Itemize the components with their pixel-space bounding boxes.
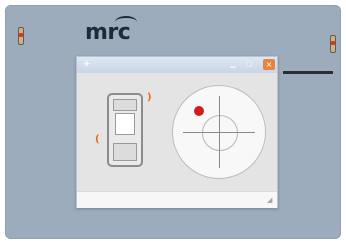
right-side-control-3[interactable] bbox=[311, 157, 323, 161]
window-titlebar[interactable]: ✈ ▁ ▢ × bbox=[77, 57, 277, 73]
brand-logo: mrc bbox=[85, 20, 131, 45]
right-battery-indicator bbox=[330, 31, 336, 57]
left-battery-indicator bbox=[18, 23, 24, 49]
position-marker[interactable] bbox=[194, 106, 205, 117]
window-app-icon: ✈ bbox=[83, 60, 91, 70]
minimize-button[interactable]: ▁ bbox=[227, 60, 239, 69]
radar-crosshair-vertical bbox=[219, 96, 220, 168]
front-sensor-bracket: ) bbox=[147, 92, 152, 103]
indicator-led bbox=[19, 33, 23, 37]
window-statusbar: ◢ bbox=[77, 191, 277, 208]
window-content: ) ( bbox=[77, 73, 277, 191]
left-side-control-3[interactable] bbox=[37, 157, 49, 161]
left-side-control-2[interactable] bbox=[37, 125, 49, 129]
vehicle-diagram bbox=[107, 93, 143, 167]
right-side-control-2[interactable] bbox=[311, 125, 323, 129]
resize-grip-icon[interactable]: ◢ bbox=[267, 196, 272, 204]
close-button[interactable]: × bbox=[263, 59, 275, 70]
right-side-control-4[interactable] bbox=[311, 195, 323, 199]
left-side-control-4[interactable] bbox=[37, 197, 49, 201]
rear-sensor-bracket: ( bbox=[95, 134, 100, 145]
vehicle-rear-section bbox=[113, 143, 137, 161]
status-bar-strip bbox=[283, 71, 333, 74]
radar-inner-ring bbox=[202, 115, 238, 151]
close-icon: × bbox=[265, 60, 273, 69]
app-window: ✈ ▁ ▢ × ) ( ◢ bbox=[76, 56, 278, 208]
maximize-button[interactable]: ▢ bbox=[243, 60, 255, 69]
indicator-led bbox=[331, 41, 335, 45]
screen-frame: mrc ✈ ▁ ▢ × ) (◢ bbox=[0, 0, 346, 244]
vehicle-cabin bbox=[115, 113, 135, 135]
position-radar[interactable] bbox=[172, 85, 266, 179]
right-side-control-1[interactable] bbox=[311, 91, 323, 95]
vehicle-front-section bbox=[113, 99, 137, 111]
left-side-control-1[interactable] bbox=[37, 93, 49, 97]
